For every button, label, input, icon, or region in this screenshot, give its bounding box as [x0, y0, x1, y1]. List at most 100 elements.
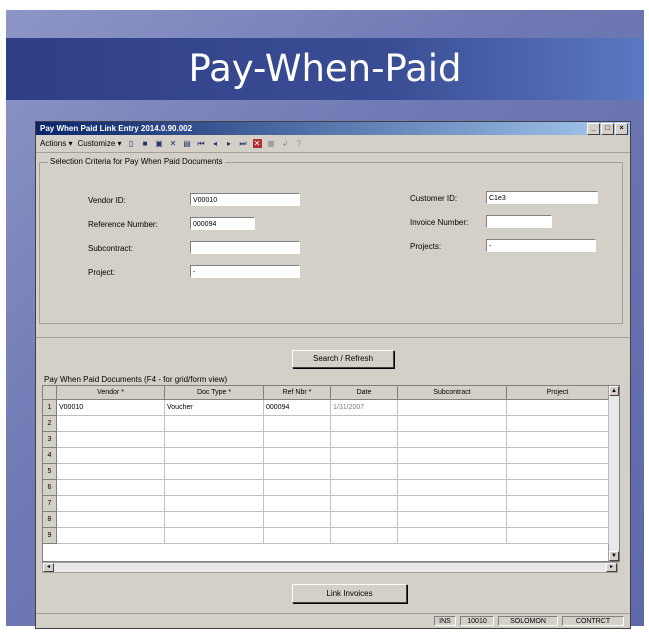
col-header-project[interactable]: Project — [507, 386, 609, 400]
cell-ref-nbr[interactable] — [264, 464, 331, 480]
cell-date[interactable] — [331, 496, 398, 512]
link-invoices-button[interactable]: Link Invoices — [292, 584, 407, 603]
cell-date[interactable]: 1/31/2007 — [331, 400, 398, 416]
next-icon[interactable]: ▸ — [225, 139, 234, 148]
cell-vendor[interactable] — [57, 496, 165, 512]
cell-subcontract[interactable] — [398, 512, 507, 528]
cell-doc-type[interactable] — [165, 512, 264, 528]
cell-doc-type[interactable] — [165, 464, 264, 480]
cell-doc-type[interactable] — [165, 432, 264, 448]
minimize-button[interactable]: _ — [587, 123, 600, 135]
col-header-subcontract[interactable]: Subcontract — [398, 386, 507, 400]
cell-subcontract[interactable] — [398, 464, 507, 480]
row-number[interactable]: 1 — [43, 400, 57, 416]
attach-icon[interactable]: ↲ — [281, 139, 290, 148]
col-header-vendor[interactable]: Vendor * — [57, 386, 165, 400]
last-icon[interactable]: ⏭ — [239, 139, 248, 148]
cell-project[interactable] — [507, 432, 609, 448]
print-icon[interactable]: ▦ — [267, 139, 276, 148]
cancel-icon[interactable]: ✕ — [252, 139, 262, 148]
delete-icon[interactable]: ✕ — [169, 139, 178, 148]
cell-date[interactable] — [331, 480, 398, 496]
grid-vertical-scrollbar[interactable]: ▲ ▼ — [608, 386, 619, 561]
search-refresh-button[interactable]: Search / Refresh — [292, 350, 394, 368]
cell-doc-type[interactable] — [165, 496, 264, 512]
cell-ref-nbr[interactable] — [264, 512, 331, 528]
cell-ref-nbr[interactable]: 000094 — [264, 400, 331, 416]
cell-project[interactable] — [507, 416, 609, 432]
save-icon[interactable]: ■ — [141, 139, 150, 148]
cell-date[interactable] — [331, 416, 398, 432]
cell-subcontract[interactable] — [398, 448, 507, 464]
row-number[interactable]: 3 — [43, 432, 57, 448]
cell-project[interactable] — [507, 448, 609, 464]
invoice-number-field[interactable] — [486, 215, 552, 228]
row-number[interactable]: 6 — [43, 480, 57, 496]
col-header-ref-nbr[interactable]: Ref Nbr * — [264, 386, 331, 400]
row-number[interactable]: 2 — [43, 416, 57, 432]
cell-doc-type[interactable] — [165, 416, 264, 432]
cell-ref-nbr[interactable] — [264, 480, 331, 496]
cell-vendor[interactable] — [57, 528, 165, 544]
cell-doc-type[interactable] — [165, 480, 264, 496]
scroll-down-icon[interactable]: ▼ — [609, 551, 619, 561]
new-icon[interactable]: ▯ — [127, 139, 136, 148]
first-icon[interactable]: ⏮ — [197, 139, 206, 148]
scroll-right-icon[interactable]: ▸ — [606, 563, 617, 572]
cell-vendor[interactable]: V00010 — [57, 400, 165, 416]
cell-project[interactable] — [507, 528, 609, 544]
cell-ref-nbr[interactable] — [264, 528, 331, 544]
cell-vendor[interactable] — [57, 512, 165, 528]
cell-project[interactable] — [507, 496, 609, 512]
row-number[interactable]: 9 — [43, 528, 57, 544]
cell-ref-nbr[interactable] — [264, 432, 331, 448]
cell-vendor[interactable] — [57, 432, 165, 448]
cell-vendor[interactable] — [57, 448, 165, 464]
grid-horizontal-scrollbar[interactable]: ◂ ▸ — [42, 562, 618, 573]
cell-ref-nbr[interactable] — [264, 448, 331, 464]
vendor-id-field[interactable]: V00010 — [190, 193, 300, 206]
cell-subcontract[interactable] — [398, 480, 507, 496]
cell-project[interactable] — [507, 400, 609, 416]
cell-date[interactable] — [331, 464, 398, 480]
scroll-left-icon[interactable]: ◂ — [43, 563, 54, 572]
cell-subcontract[interactable] — [398, 416, 507, 432]
row-number[interactable]: 8 — [43, 512, 57, 528]
copy-icon[interactable]: ▣ — [155, 139, 164, 148]
scroll-up-icon[interactable]: ▲ — [609, 386, 619, 396]
cell-subcontract[interactable] — [398, 496, 507, 512]
row-number[interactable]: 7 — [43, 496, 57, 512]
reference-number-field[interactable]: 000094 — [190, 217, 255, 230]
cell-subcontract[interactable] — [398, 400, 507, 416]
cell-date[interactable] — [331, 448, 398, 464]
cell-subcontract[interactable] — [398, 528, 507, 544]
cell-doc-type[interactable]: Voucher — [165, 400, 264, 416]
cell-doc-type[interactable] — [165, 448, 264, 464]
row-number[interactable]: 4 — [43, 448, 57, 464]
projects-field[interactable]: - — [486, 239, 596, 252]
project-field[interactable]: - — [190, 265, 300, 278]
note-icon[interactable]: ▤ — [183, 139, 192, 148]
cell-vendor[interactable] — [57, 480, 165, 496]
cell-date[interactable] — [331, 512, 398, 528]
previous-icon[interactable]: ◂ — [211, 139, 220, 148]
maximize-button[interactable]: □ — [601, 123, 614, 135]
cell-date[interactable] — [331, 432, 398, 448]
cell-ref-nbr[interactable] — [264, 496, 331, 512]
customize-menu[interactable]: Customize ▾ — [77, 139, 121, 148]
cell-doc-type[interactable] — [165, 528, 264, 544]
col-header-doc-type[interactable]: Doc Type * — [165, 386, 264, 400]
col-header-date[interactable]: Date — [331, 386, 398, 400]
help-icon[interactable]: ? — [295, 139, 304, 148]
row-number[interactable]: 5 — [43, 464, 57, 480]
customer-id-field[interactable]: C1e3 — [486, 191, 598, 204]
actions-menu[interactable]: Actions ▾ — [40, 139, 72, 148]
cell-vendor[interactable] — [57, 416, 165, 432]
cell-project[interactable] — [507, 512, 609, 528]
subcontract-field[interactable] — [190, 241, 300, 254]
cell-subcontract[interactable] — [398, 432, 507, 448]
close-button[interactable]: × — [615, 123, 628, 135]
cell-project[interactable] — [507, 464, 609, 480]
cell-ref-nbr[interactable] — [264, 416, 331, 432]
cell-vendor[interactable] — [57, 464, 165, 480]
